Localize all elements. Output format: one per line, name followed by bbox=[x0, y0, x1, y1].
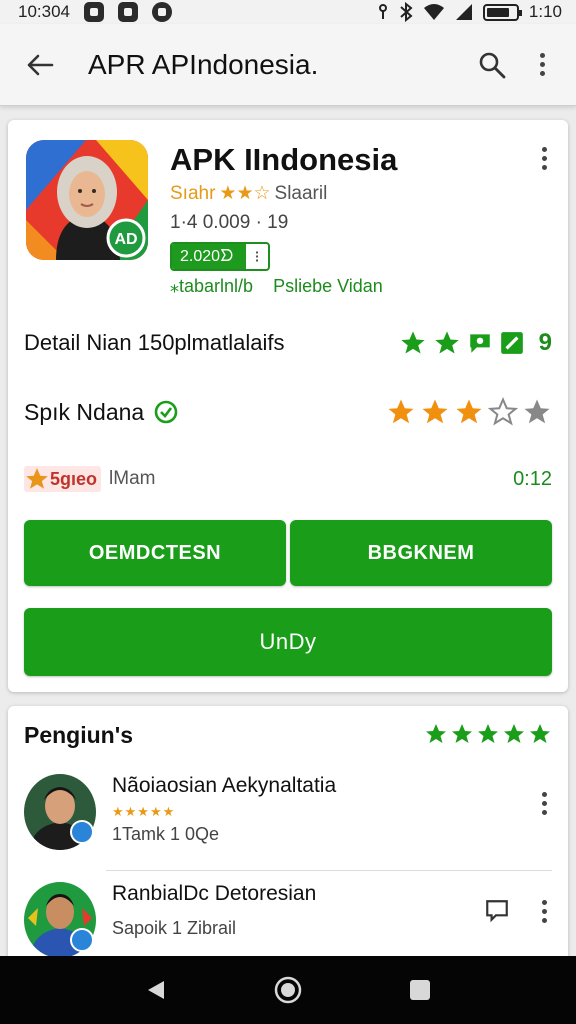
more-vert-icon bbox=[541, 146, 547, 170]
star-icon bbox=[26, 468, 48, 489]
more-vert-icon bbox=[541, 791, 547, 815]
nav-back-button[interactable] bbox=[136, 970, 176, 1010]
review-more-button[interactable] bbox=[532, 788, 556, 818]
key-icon bbox=[378, 4, 387, 19]
page-title: APR APIndonesia. bbox=[88, 48, 319, 80]
review-more-button[interactable] bbox=[532, 896, 556, 926]
bluetooth-icon bbox=[400, 2, 413, 22]
star-icon bbox=[400, 331, 425, 354]
arrow-left-icon bbox=[27, 54, 54, 75]
review-item[interactable]: RanbialDc Detoresian Sapoik 1 Zibrail bbox=[8, 876, 568, 966]
review-date: 1Tamk 1 0Qe bbox=[112, 824, 220, 844]
nav-home-button[interactable] bbox=[268, 970, 308, 1010]
review-date: Sapoik 1 Zibrail bbox=[112, 918, 237, 938]
more-vert-icon bbox=[541, 899, 547, 923]
star-icon bbox=[524, 399, 550, 424]
notification-icon bbox=[152, 2, 172, 22]
app-details-card: AD APK IIndonesia Sıahr ★★☆ Slaaril 1·4 … bbox=[8, 120, 568, 692]
status-right: 1:10 bbox=[377, 2, 562, 22]
review-item[interactable]: Nãoiaosian Aekynaltatia ★★★★★ 1Tamk 1 0Q… bbox=[8, 768, 568, 858]
star-outline-icon bbox=[488, 397, 518, 426]
signal-icon bbox=[455, 4, 472, 20]
detail-count: 9 bbox=[538, 329, 552, 356]
developer-stars: ★★☆ bbox=[219, 183, 271, 204]
more-options-button[interactable] bbox=[522, 45, 562, 85]
notification-icon bbox=[84, 2, 104, 22]
star-icon bbox=[388, 399, 414, 424]
price-time: 0:12 bbox=[513, 467, 552, 490]
secondary-action-button[interactable]: BBGKNEM bbox=[290, 520, 552, 586]
back-button[interactable] bbox=[20, 45, 60, 85]
status-bar: 10:304 1:10 bbox=[0, 0, 576, 24]
status-clock: 1:10 bbox=[528, 2, 562, 21]
review-divider bbox=[106, 870, 552, 871]
chat-icon bbox=[469, 334, 490, 353]
price-label: lMam bbox=[109, 468, 156, 489]
star-icon bbox=[530, 724, 550, 743]
detail-label: Detail Nian 150plmatlalaifs bbox=[24, 330, 285, 355]
battery-icon bbox=[482, 3, 522, 21]
star-icon bbox=[434, 331, 459, 354]
developer-line: Sıahr ★★☆ Slaaril bbox=[170, 182, 327, 205]
search-button[interactable] bbox=[472, 45, 512, 85]
nav-recents-button[interactable] bbox=[400, 970, 440, 1010]
star-icon bbox=[478, 724, 498, 743]
reviews-stars bbox=[424, 722, 552, 746]
tag-line: ⁎tabarlnl/b Psliebe Vidan bbox=[170, 276, 383, 297]
detail-row: Detail Nian 150plmatlalaifs 9 bbox=[24, 326, 552, 360]
status-time: 10:304 bbox=[18, 2, 70, 21]
wifi-icon bbox=[423, 4, 444, 20]
search-icon bbox=[479, 52, 506, 78]
star-icon bbox=[452, 724, 472, 743]
developer-name[interactable]: Slaaril bbox=[275, 183, 328, 205]
price-value: 5gıeo bbox=[50, 468, 98, 489]
verified-icon bbox=[154, 400, 178, 424]
square-recents-icon bbox=[410, 980, 430, 1000]
edit-box-icon bbox=[500, 332, 523, 354]
badge-dropdown: ⁝ bbox=[254, 248, 260, 266]
triangle-back-icon bbox=[148, 981, 164, 999]
app-icon[interactable]: AD bbox=[26, 140, 148, 260]
primary-action-button[interactable]: OEMDCTESN bbox=[24, 520, 286, 586]
install-button[interactable]: UnDy bbox=[24, 608, 552, 676]
rating-label: Spık Ndana bbox=[24, 398, 145, 425]
star-icon bbox=[456, 399, 482, 424]
notification-icon bbox=[118, 2, 138, 22]
navigation-bar bbox=[0, 956, 576, 1024]
reviewer-name: Nãoiaosian Aekynaltatia bbox=[112, 774, 337, 797]
app-meta: 1·4 0.009 · 19 bbox=[170, 212, 289, 233]
tag-right[interactable]: Psliebe Vidan bbox=[273, 276, 383, 297]
comment-icon[interactable] bbox=[484, 898, 510, 924]
verified-badge-icon bbox=[70, 820, 94, 844]
circle-home-icon bbox=[274, 976, 302, 1004]
reviews-card: Pengiun's Nãoiaosian Aekynaltatia ★★★★★ … bbox=[8, 706, 568, 966]
star-icon bbox=[426, 724, 446, 743]
verified-badge-icon bbox=[70, 928, 94, 952]
svg-text:AD: AD bbox=[114, 231, 137, 248]
status-left: 10:304 bbox=[18, 2, 172, 22]
reviews-title: Pengiun's bbox=[24, 722, 133, 748]
rating-stars[interactable] bbox=[386, 397, 552, 427]
developer-prefix: Sıahr bbox=[170, 182, 216, 204]
star-icon bbox=[504, 724, 524, 743]
rating-row: Spık Ndana bbox=[24, 394, 552, 430]
price-row: 5gıeo lMam 0:12 bbox=[24, 462, 552, 496]
badge-value: 2.020ᗤ bbox=[172, 244, 246, 269]
version-badge[interactable]: 2.020ᗤ ⁝ bbox=[170, 242, 270, 271]
tag-left[interactable]: ⁎tabarlnl/b bbox=[170, 276, 253, 297]
detail-icons bbox=[399, 329, 525, 357]
app-icon-image: AD bbox=[26, 140, 148, 260]
review-stars: ★★★★★ bbox=[112, 804, 176, 819]
price-tag: 5gıeo bbox=[24, 466, 102, 492]
more-vert-icon bbox=[539, 53, 545, 76]
reviewer-name: RanbialDc Detoresian bbox=[112, 882, 317, 905]
star-icon bbox=[422, 399, 448, 424]
app-name: APK IIndonesia bbox=[170, 142, 398, 177]
app-bar: APR APIndonesia. bbox=[0, 24, 576, 106]
card-more-button[interactable] bbox=[532, 142, 556, 174]
